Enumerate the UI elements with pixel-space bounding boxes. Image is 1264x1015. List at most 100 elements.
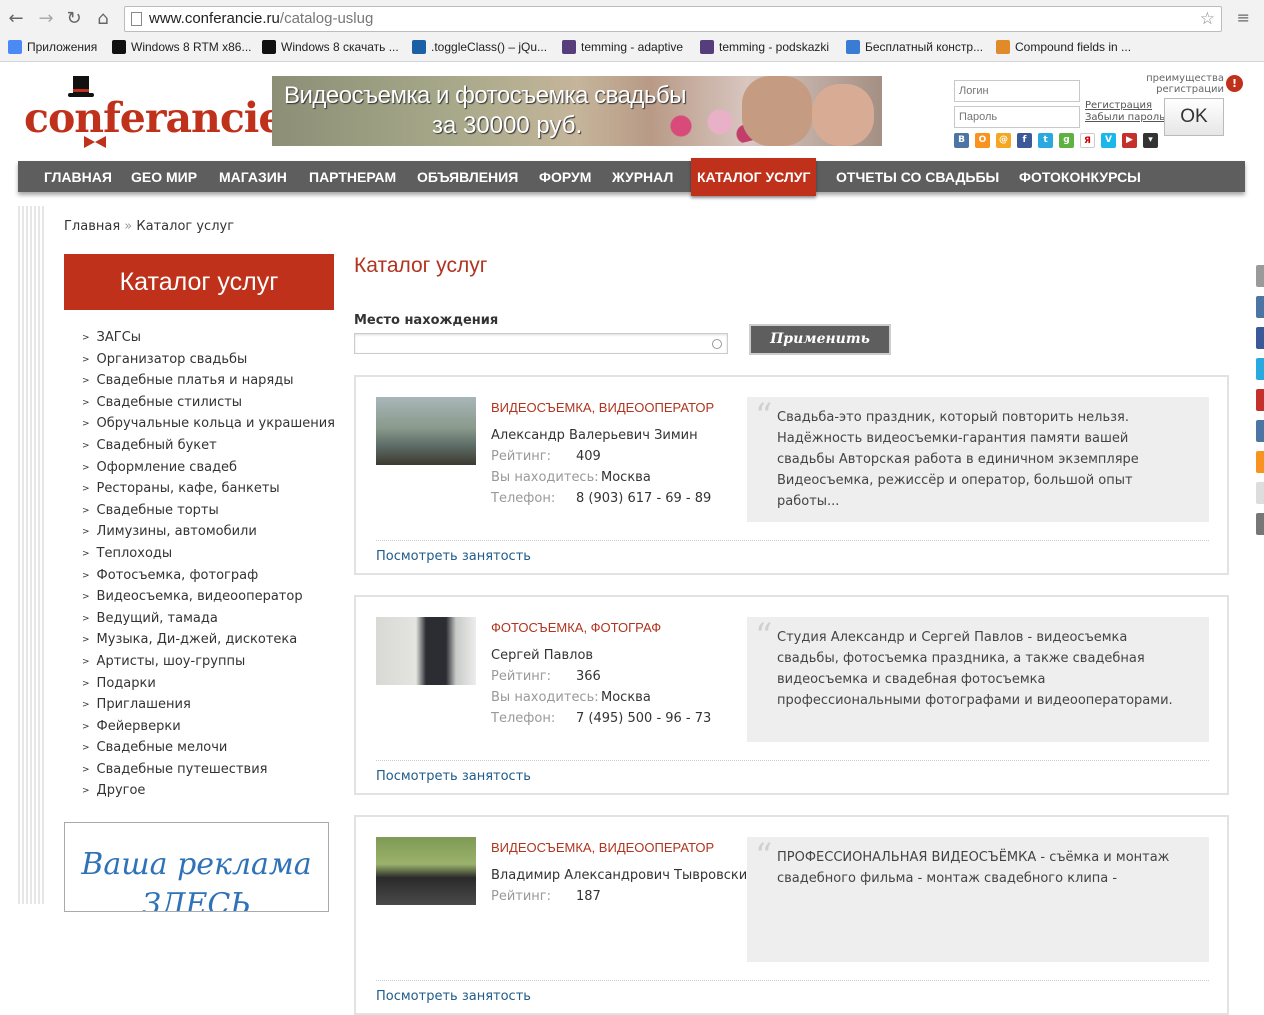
provider-name[interactable]: Владимир Александрович Тывровский: [491, 868, 756, 883]
listing-quote: “ПРОФЕССИОНАЛЬНАЯ ВИДЕОСЪЁМКА - съёмка и…: [747, 837, 1209, 962]
login-input[interactable]: [954, 80, 1080, 102]
bookmark-item[interactable]: temming - podskazki: [700, 38, 829, 56]
category-item[interactable]: > Рестораны, кафе, банкеты: [82, 478, 335, 500]
category-item[interactable]: > Фейерверки: [82, 716, 335, 738]
category-item[interactable]: > Лимузины, автомобили: [82, 521, 335, 543]
google-icon[interactable]: g: [1059, 133, 1074, 148]
provider-photo[interactable]: [376, 837, 476, 905]
category-item[interactable]: > Оформление свадеб: [82, 457, 335, 479]
bookmark-item[interactable]: Приложения: [8, 38, 97, 56]
ad-placeholder[interactable]: Ваша реклама ЗДЕСЬ: [64, 822, 329, 912]
nav-item[interactable]: ФОТОКОНКУРСЫ: [1019, 161, 1141, 192]
view-availability-link[interactable]: Посмотреть занятость: [376, 769, 531, 784]
provider-name[interactable]: Александр Валерьевич Зимин: [491, 428, 698, 443]
bookmark-item[interactable]: Бесплатный констр...: [846, 38, 983, 56]
vimeo-icon[interactable]: V: [1101, 133, 1116, 148]
share-button[interactable]: [1256, 358, 1264, 380]
chevron-right-icon: >: [82, 440, 90, 451]
category-item[interactable]: > Свадебный букет: [82, 435, 335, 457]
provider-photo[interactable]: [376, 397, 476, 465]
yandex-icon[interactable]: Я: [1080, 133, 1095, 148]
listing-category[interactable]: ВИДЕОСЪЕМКА, ВИДЕООПЕРАТОР: [491, 400, 714, 415]
promo-banner[interactable]: Видеосъемка и фотосъемка свадьбы за 3000…: [272, 76, 882, 146]
category-item[interactable]: > Приглашения: [82, 694, 335, 716]
chevron-right-icon: >: [82, 419, 90, 430]
location-input[interactable]: [354, 333, 728, 354]
share-button[interactable]: [1256, 265, 1264, 287]
chevron-right-icon: >: [82, 484, 90, 495]
category-item[interactable]: > Свадебные торты: [82, 500, 335, 522]
facebook-icon[interactable]: f: [1017, 133, 1032, 148]
nav-item[interactable]: ОТЧЕТЫ СО СВАДЬБЫ: [836, 161, 999, 192]
category-item[interactable]: > Обручальные кольца и украшения: [82, 413, 335, 435]
category-item[interactable]: > Свадебные платья и наряды: [82, 370, 335, 392]
location-row: Вы находитесь: Москва: [491, 470, 651, 485]
bookmark-item[interactable]: Compound fields in ...: [996, 38, 1131, 56]
category-item[interactable]: > Артисты, шоу-группы: [82, 651, 335, 673]
mailru-icon[interactable]: @: [996, 133, 1011, 148]
share-button[interactable]: [1256, 327, 1264, 349]
breadcrumb-current: Каталог услуг: [136, 219, 235, 234]
nav-item[interactable]: ФОРУМ: [539, 161, 591, 192]
breadcrumb-home[interactable]: Главная: [64, 219, 120, 234]
share-button[interactable]: [1256, 451, 1264, 473]
listing-category[interactable]: ВИДЕОСЪЕМКА, ВИДЕООПЕРАТОР: [491, 840, 714, 855]
home-icon[interactable]: ⌂: [93, 9, 113, 29]
category-item[interactable]: > Видеосъемка, видеооператор: [82, 586, 335, 608]
site-logo[interactable]: conferancie: [24, 76, 284, 148]
info-icon[interactable]: !: [1226, 75, 1243, 92]
nav-item[interactable]: МАГАЗИН: [219, 161, 287, 192]
category-item[interactable]: > Теплоходы: [82, 543, 335, 565]
login-ok-button[interactable]: OK: [1164, 98, 1224, 136]
bookmark-item[interactable]: Windows 8 скачать ...: [262, 38, 399, 56]
back-icon[interactable]: ←: [6, 9, 26, 29]
view-availability-link[interactable]: Посмотреть занятость: [376, 989, 531, 1004]
share-button[interactable]: [1256, 296, 1264, 318]
view-availability-link[interactable]: Посмотреть занятость: [376, 549, 531, 564]
forgot-password-link[interactable]: Забыли пароль?: [1085, 112, 1170, 124]
nav-item[interactable]: ПАРТНЕРАМ: [309, 161, 396, 192]
bookmark-item[interactable]: Windows 8 RTM x86...: [112, 38, 251, 56]
listing-category[interactable]: ФОТОСЪЕМКА, ФОТОГРАФ: [491, 620, 661, 635]
nav-item[interactable]: КАТАЛОГ УСЛУГ: [691, 158, 817, 196]
nav-item[interactable]: ЖУРНАЛ: [612, 161, 673, 192]
category-item[interactable]: > Другое: [82, 780, 335, 802]
register-link[interactable]: Регистрация: [1085, 100, 1170, 112]
category-item[interactable]: > Свадебные путешествия: [82, 759, 335, 781]
bookmark-star-icon[interactable]: ☆: [1200, 9, 1215, 29]
registration-benefits[interactable]: преимущества регистрации: [1140, 73, 1224, 95]
location-clear-icon[interactable]: [712, 339, 722, 349]
category-item[interactable]: > Организатор свадьбы: [82, 349, 335, 371]
category-item[interactable]: > Музыка, Ди-джей, дискотека: [82, 629, 335, 651]
category-item[interactable]: > Ведущий, тамада: [82, 608, 335, 630]
twitter-icon[interactable]: t: [1038, 133, 1053, 148]
apply-button[interactable]: Применить: [749, 324, 891, 355]
password-input[interactable]: [954, 106, 1080, 128]
odnoklassniki-icon[interactable]: O: [975, 133, 990, 148]
bookmark-item[interactable]: .toggleClass() – jQu...: [412, 38, 547, 56]
youtube-icon[interactable]: ▶: [1122, 133, 1137, 148]
forward-icon[interactable]: →: [36, 9, 56, 29]
location-row: Вы находитесь: Москва: [491, 690, 651, 705]
share-button[interactable]: [1256, 482, 1264, 504]
category-item[interactable]: > Свадебные мелочи: [82, 737, 335, 759]
category-item[interactable]: > Фотосъемка, фотограф: [82, 565, 335, 587]
vk-icon[interactable]: B: [954, 133, 969, 148]
nav-item[interactable]: ГЛАВНАЯ: [44, 161, 112, 192]
bookmark-item[interactable]: temming - adaptive: [562, 38, 683, 56]
address-bar[interactable]: www.conferancie.ru/catalog-uslug ☆: [124, 6, 1222, 32]
provider-photo[interactable]: [376, 617, 476, 685]
provider-name[interactable]: Сергей Павлов: [491, 648, 593, 663]
share-button[interactable]: [1256, 420, 1264, 442]
nav-item[interactable]: ОБЪЯВЛЕНИЯ: [417, 161, 518, 192]
nav-item[interactable]: GEO МИР: [131, 161, 197, 192]
category-item[interactable]: > ЗАГСы: [82, 327, 335, 349]
share-button[interactable]: [1256, 513, 1264, 535]
browser-menu-icon[interactable]: ≡: [1237, 8, 1250, 27]
category-item[interactable]: > Свадебные стилисты: [82, 392, 335, 414]
divider: [376, 760, 1209, 761]
share-button[interactable]: [1256, 389, 1264, 411]
category-item[interactable]: > Подарки: [82, 673, 335, 695]
reload-icon[interactable]: ↻: [64, 9, 84, 29]
dropdown-more-icon[interactable]: ▾: [1143, 133, 1158, 148]
